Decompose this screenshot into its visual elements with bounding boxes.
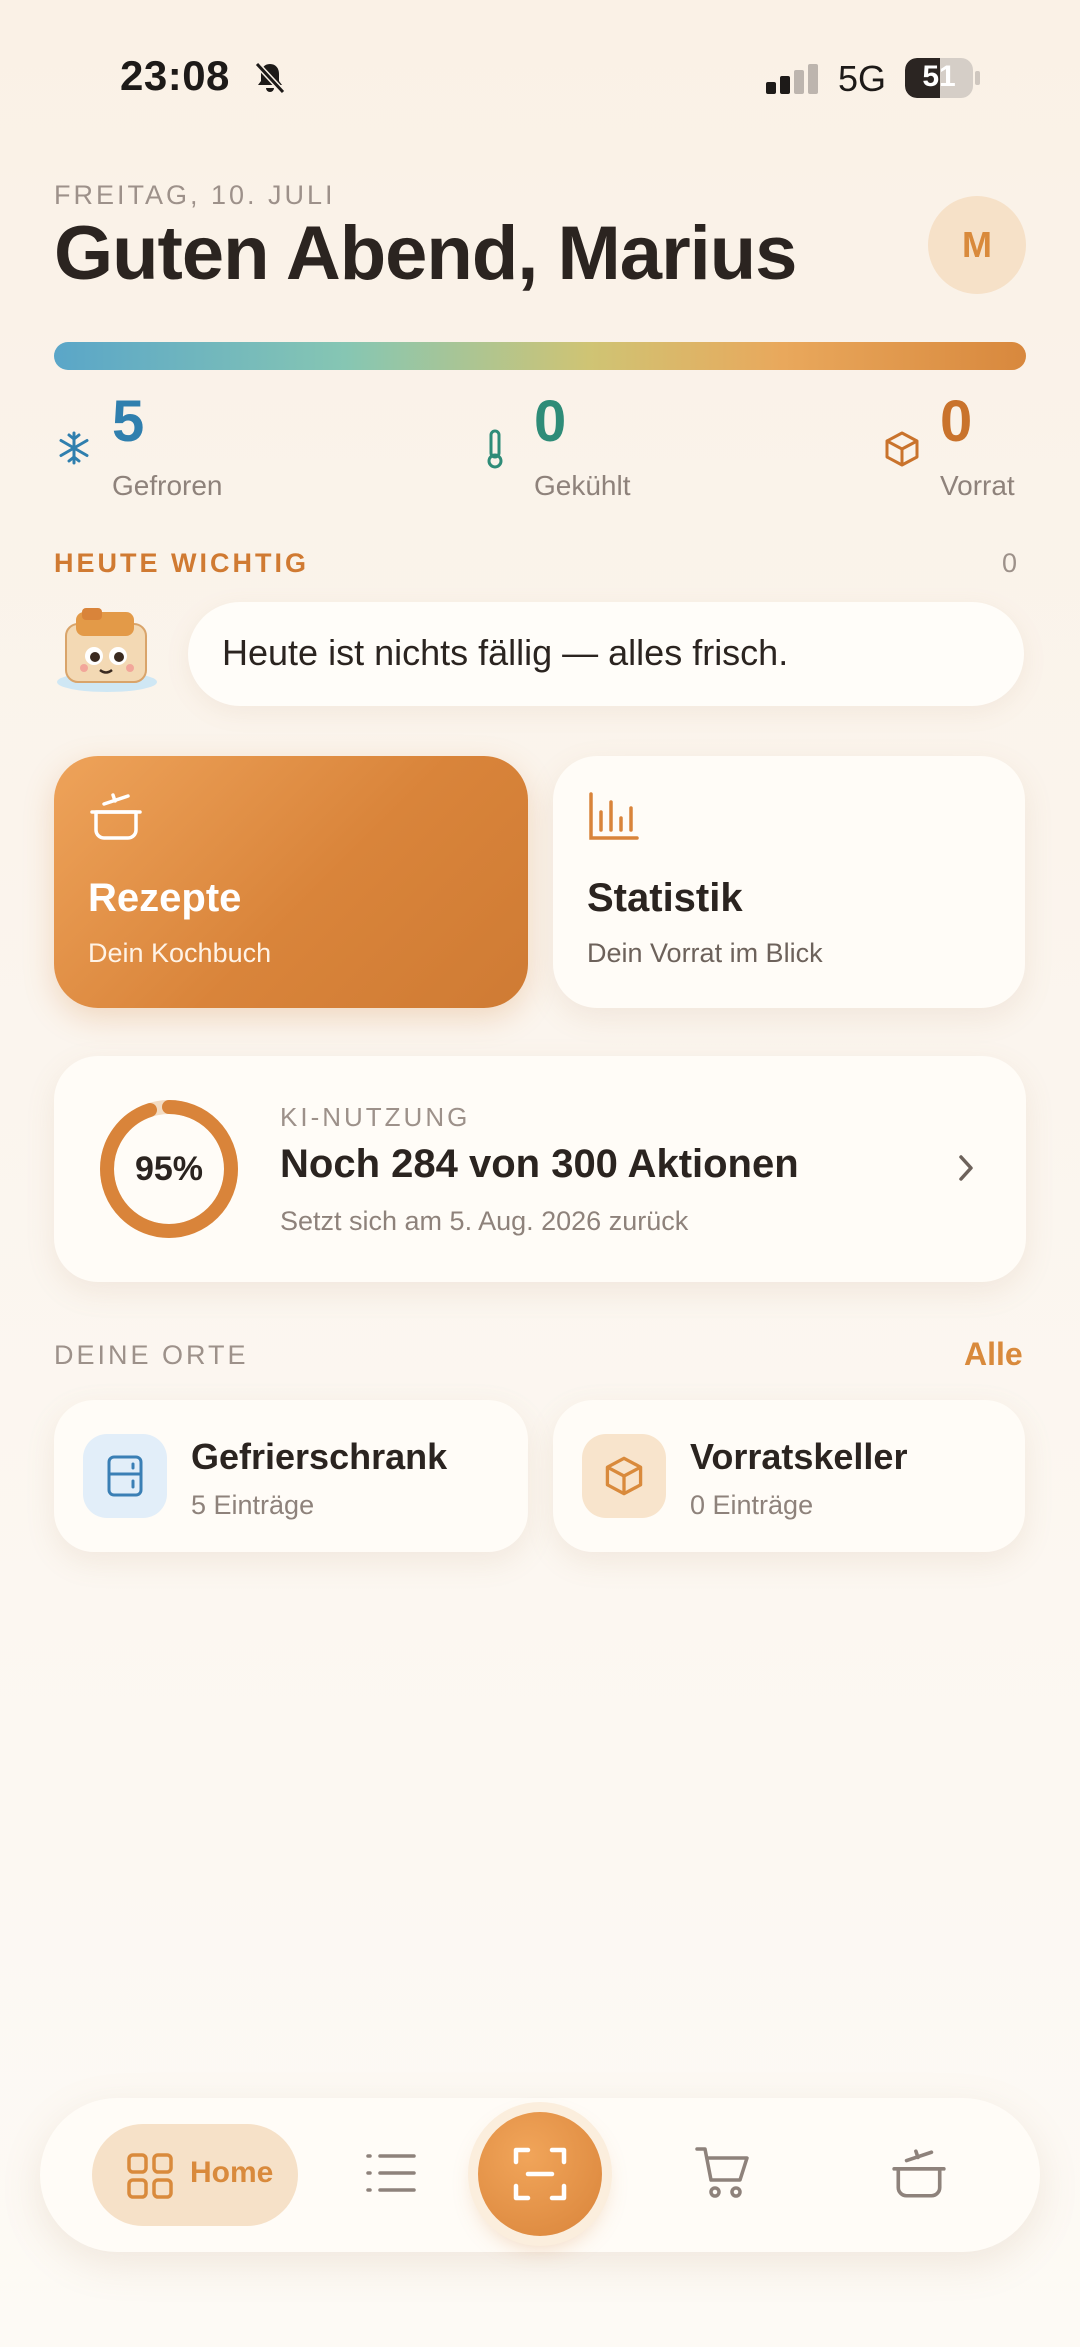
avatar[interactable]: M bbox=[928, 196, 1026, 294]
list-icon[interactable] bbox=[364, 2150, 418, 2196]
home-icon bbox=[127, 2153, 173, 2199]
ai-usage-title: Noch 284 von 300 Aktionen bbox=[280, 1142, 799, 1186]
status-time: 23:08 bbox=[120, 52, 230, 99]
stat-pantry-value: 0 bbox=[940, 389, 973, 454]
place-pantry-count: 0 Einträge bbox=[690, 1490, 814, 1520]
freezer-icon bbox=[83, 1434, 167, 1518]
nav-home-button[interactable]: Home bbox=[92, 2124, 298, 2226]
place-pantry-name: Vorratskeller bbox=[690, 1436, 908, 1477]
statistics-subtitle: Dein Vorrat im Blick bbox=[587, 938, 823, 968]
ai-usage-card[interactable]: 95% KI-NUTZUNG Noch 284 von 300 Aktionen… bbox=[54, 1056, 1026, 1282]
today-section-label: HEUTE WICHTIG bbox=[54, 548, 309, 578]
places-all-link[interactable]: Alle bbox=[964, 1336, 1023, 1373]
battery-percent: 51 bbox=[922, 60, 956, 93]
pot-icon bbox=[90, 793, 142, 840]
scan-button[interactable] bbox=[478, 2112, 602, 2236]
pot-icon[interactable] bbox=[890, 2146, 948, 2202]
ai-usage-label: KI-NUTZUNG bbox=[280, 1102, 471, 1132]
statistics-title: Statistik bbox=[587, 876, 743, 920]
statistics-tile[interactable]: Statistik Dein Vorrat im Blick bbox=[553, 756, 1025, 1008]
place-pantry[interactable]: Vorratskeller 0 Einträge bbox=[553, 1400, 1025, 1552]
stat-chilled-label: Gekühlt bbox=[534, 470, 631, 501]
place-freezer[interactable]: Gefrierschrank 5 Einträge bbox=[54, 1400, 528, 1552]
thermometer-icon bbox=[484, 428, 506, 475]
snowflake-icon bbox=[56, 430, 92, 471]
temperature-gradient-bar bbox=[54, 342, 1026, 370]
scan-icon bbox=[513, 2147, 567, 2201]
place-freezer-name: Gefrierschrank bbox=[191, 1436, 448, 1477]
ai-usage-percent: 95% bbox=[134, 1150, 204, 1188]
cart-icon[interactable] bbox=[694, 2144, 752, 2202]
ai-usage-subtitle: Setzt sich am 5. Aug. 2026 zurück bbox=[280, 1206, 689, 1236]
recipes-tile[interactable]: Rezepte Dein Kochbuch bbox=[54, 756, 528, 1008]
bell-muted-icon bbox=[254, 61, 286, 95]
bar-chart-icon bbox=[589, 792, 639, 840]
recipes-title: Rezepte bbox=[88, 876, 242, 920]
stat-frozen-label: Gefroren bbox=[112, 470, 223, 501]
chevron-right-icon bbox=[959, 1155, 973, 1181]
stat-pantry-label: Vorrat bbox=[940, 470, 1015, 501]
today-message: Heute ist nichts fällig — alles frisch. bbox=[222, 632, 789, 673]
stat-frozen-value: 5 bbox=[112, 389, 145, 454]
place-freezer-count: 5 Einträge bbox=[191, 1490, 315, 1520]
fridge-mascot-icon bbox=[52, 606, 162, 699]
nav-home-label: Home bbox=[190, 2156, 274, 2189]
date-label: FREITAG, 10. JULI bbox=[54, 180, 336, 210]
box-icon bbox=[884, 430, 920, 473]
places-section-label: DEINE ORTE bbox=[54, 1340, 249, 1370]
recipes-subtitle: Dein Kochbuch bbox=[88, 938, 272, 968]
network-type: 5G bbox=[838, 58, 887, 99]
today-count: 0 bbox=[1002, 548, 1018, 578]
today-message-bubble: Heute ist nichts fällig — alles frisch. bbox=[188, 602, 1024, 706]
battery-icon: 51 bbox=[905, 58, 973, 98]
battery-tip bbox=[975, 71, 980, 85]
box-icon bbox=[582, 1434, 666, 1518]
page-title: Guten Abend, Marius bbox=[54, 211, 797, 296]
stat-chilled-value: 0 bbox=[534, 389, 567, 454]
signal-icon bbox=[766, 64, 818, 94]
